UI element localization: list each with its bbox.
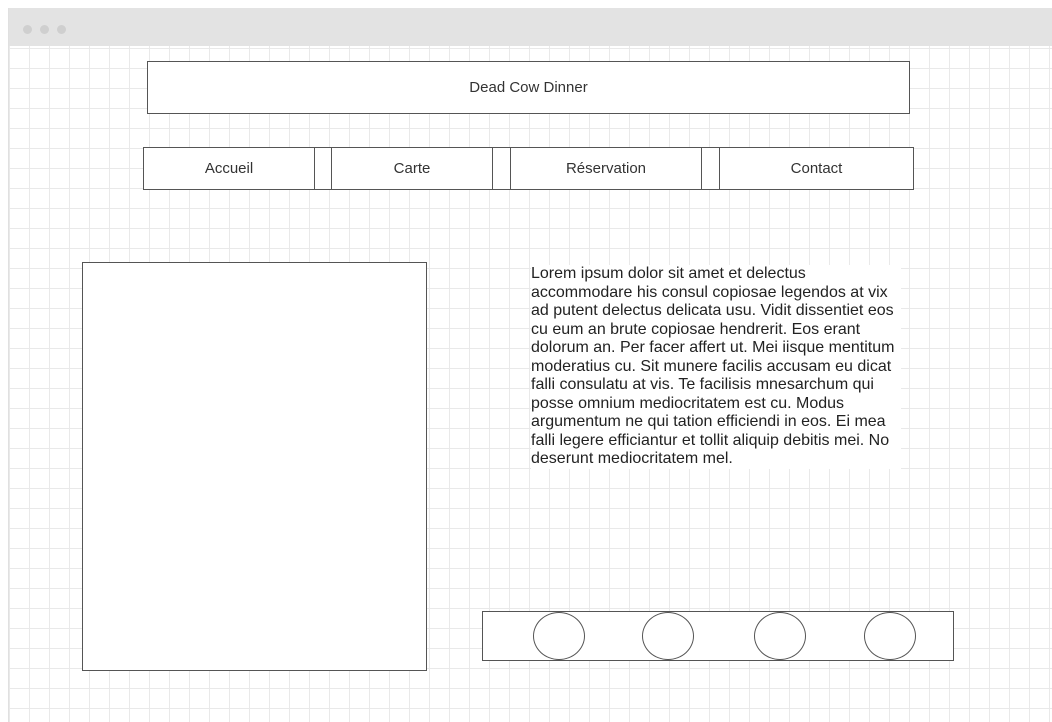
nav-item-label: Carte	[393, 160, 431, 177]
nav-item-reservation[interactable]: Réservation	[511, 148, 701, 189]
nav-divider	[492, 148, 493, 189]
nav-divider	[314, 148, 315, 189]
nav-item-label: Accueil	[204, 160, 254, 177]
nav-item-label: Contact	[790, 160, 843, 177]
social-links-bar	[482, 611, 954, 661]
window-close-dot[interactable]	[23, 25, 32, 34]
nav-item-label: Réservation	[565, 160, 647, 177]
main-navigation: Accueil Carte Réservation Contact	[143, 147, 914, 190]
browser-window: Dead Cow Dinner Accueil Carte Réservatio…	[8, 8, 1052, 722]
site-title: Dead Cow Dinner	[469, 79, 588, 96]
image-placeholder	[82, 262, 427, 671]
social-circle-1[interactable]	[533, 612, 585, 660]
nav-item-contact[interactable]: Contact	[720, 148, 913, 189]
social-circle-4[interactable]	[864, 612, 916, 660]
nav-item-accueil[interactable]: Accueil	[144, 148, 314, 189]
window-minimize-dot[interactable]	[40, 25, 49, 34]
social-circle-2[interactable]	[642, 612, 694, 660]
nav-item-carte[interactable]: Carte	[332, 148, 492, 189]
nav-divider	[701, 148, 702, 189]
window-maximize-dot[interactable]	[57, 25, 66, 34]
window-titlebar	[9, 8, 1052, 46]
site-title-banner: Dead Cow Dinner	[147, 61, 910, 114]
social-circle-3[interactable]	[754, 612, 806, 660]
body-paragraph: Lorem ipsum dolor sit amet et delectus a…	[531, 265, 901, 469]
